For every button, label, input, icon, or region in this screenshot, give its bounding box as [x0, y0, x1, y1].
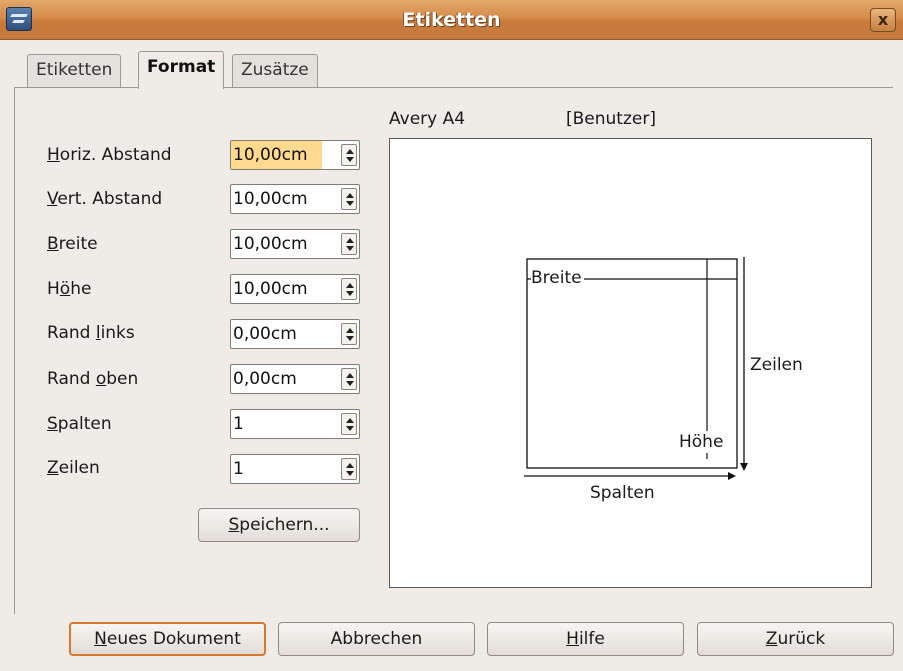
- horiz-abstand-input[interactable]: [231, 141, 322, 169]
- vert-abstand-input[interactable]: [231, 185, 339, 213]
- preview-width-label: Breite: [531, 267, 584, 289]
- spin-button[interactable]: [341, 144, 357, 166]
- tab-format[interactable]: Format: [138, 51, 225, 89]
- cancel-button[interactable]: Abbrechen: [278, 622, 475, 656]
- horiz-abstand-spinfield[interactable]: [230, 140, 360, 170]
- rand-oben-input[interactable]: [231, 365, 339, 393]
- breite-input[interactable]: [231, 230, 339, 258]
- spin-button[interactable]: [341, 368, 357, 390]
- rand-links-spinfield[interactable]: [230, 319, 360, 349]
- label-preview: Breite Höhe Zeilen Spalten: [389, 138, 872, 588]
- tab-label: Format: [147, 57, 216, 77]
- preview-rows-label: Zeilen: [750, 355, 803, 375]
- spin-button[interactable]: [341, 458, 357, 480]
- tab-zusaetze[interactable]: Zusätze: [232, 54, 318, 88]
- title-bar: Etiketten x: [0, 0, 903, 40]
- hoehe-input[interactable]: [231, 275, 339, 303]
- preview-height-label: Höhe: [679, 431, 724, 453]
- hoehe-spinfield[interactable]: [230, 274, 360, 304]
- window-title: Etiketten: [402, 9, 501, 31]
- back-button[interactable]: Zurück: [697, 622, 894, 656]
- spalten-input[interactable]: [231, 410, 339, 438]
- label-horiz-abstand: Horiz. Abstand: [47, 145, 172, 165]
- preview-brand: Avery A4: [389, 109, 466, 129]
- spalten-spinfield[interactable]: [230, 409, 360, 439]
- new-document-button[interactable]: Neues Dokument: [69, 622, 266, 656]
- rand-oben-spinfield[interactable]: [230, 364, 360, 394]
- zeilen-spinfield[interactable]: [230, 454, 360, 484]
- label-hoehe: Höhe: [47, 279, 92, 299]
- preview-cols-label: Spalten: [590, 483, 655, 503]
- vert-abstand-spinfield[interactable]: [230, 184, 360, 214]
- label-vert-abstand: Vert. Abstand: [47, 189, 163, 209]
- close-button[interactable]: x: [870, 8, 896, 32]
- label-rand-oben: Rand oben: [47, 369, 139, 389]
- cols-arrow-head: [728, 472, 736, 480]
- save-button[interactable]: Speichern...: [198, 508, 360, 542]
- label-rand-links: Rand links: [47, 323, 135, 343]
- zeilen-input[interactable]: [231, 455, 339, 483]
- spin-button[interactable]: [341, 233, 357, 255]
- label-breite: Breite: [47, 234, 98, 254]
- tab-label: Zusätze: [241, 60, 309, 80]
- label-zeilen: Zeilen: [47, 458, 100, 478]
- help-button[interactable]: Hilfe: [487, 622, 684, 656]
- spin-button[interactable]: [341, 323, 357, 345]
- tab-etiketten[interactable]: Etiketten: [27, 54, 122, 88]
- preview-type: [Benutzer]: [566, 109, 656, 129]
- rand-links-input[interactable]: [231, 320, 339, 348]
- label-spalten: Spalten: [47, 414, 112, 434]
- breite-spinfield[interactable]: [230, 229, 360, 259]
- spin-button[interactable]: [341, 278, 357, 300]
- rows-arrow-head: [740, 463, 748, 471]
- spin-button[interactable]: [341, 413, 357, 435]
- tab-label: Etiketten: [36, 60, 113, 80]
- spin-button[interactable]: [341, 188, 357, 210]
